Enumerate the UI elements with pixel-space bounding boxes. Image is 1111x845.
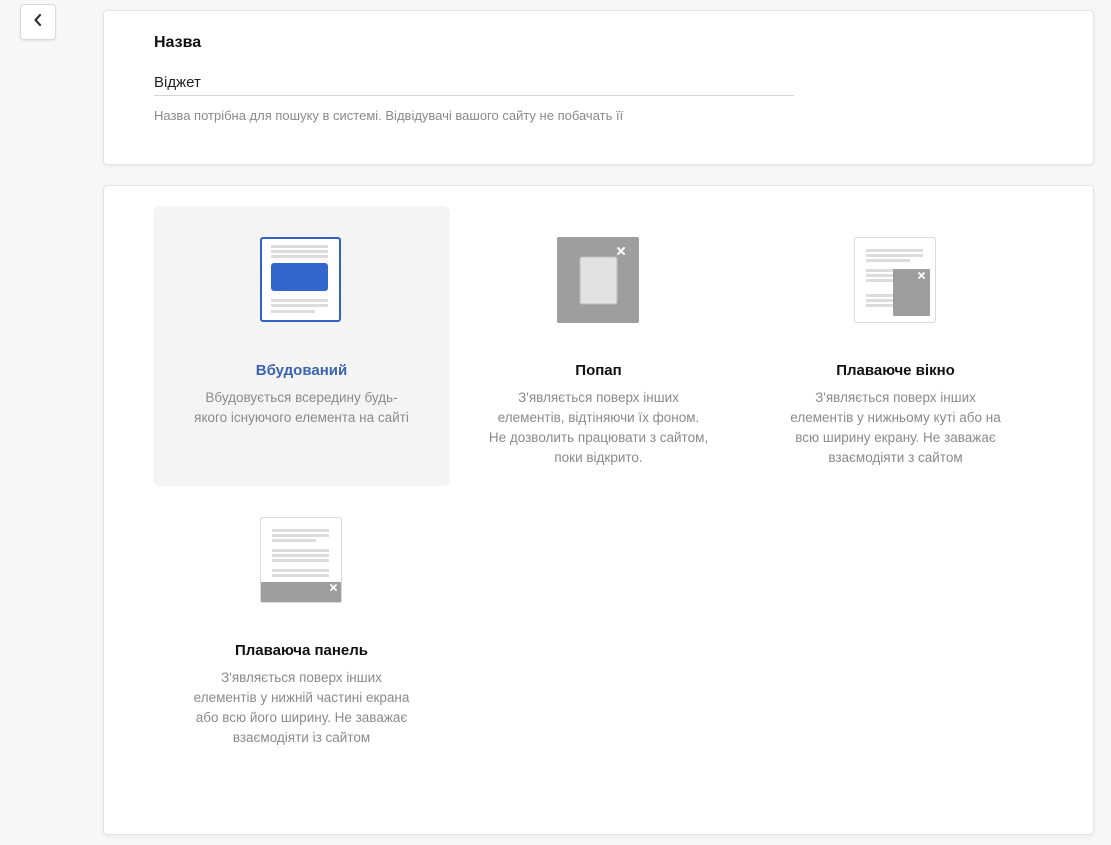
type-title: Вбудований	[255, 362, 348, 379]
type-description: З'являється поверх інших елементів у ниж…	[790, 390, 1001, 465]
type-description: З'являється поверх інших елементів у ниж…	[193, 670, 410, 745]
name-label: Назва	[154, 34, 202, 51]
type-title: Плаваюче вікно	[836, 362, 955, 379]
type-option-embedded[interactable]: Вбудований Вбудовується всередину будь-я…	[153, 206, 450, 486]
type-option-floating-panel[interactable]: Плаваюча панель З'являється поверх інших…	[153, 486, 450, 766]
name-hint: Назва потрібна для пошуку в системі. Від…	[154, 108, 624, 123]
widget-type-card: Вбудований Вбудовується всередину будь-я…	[103, 185, 1094, 835]
back-button[interactable]	[20, 4, 56, 40]
floating-window-icon	[854, 237, 937, 323]
chevron-left-icon	[33, 13, 43, 31]
name-input[interactable]	[154, 69, 794, 96]
type-option-popup[interactable]: Попап З'являється поверх інших елементів…	[450, 206, 747, 486]
floating-panel-icon	[260, 517, 343, 603]
type-description: Вбудовується всередину будь-якого існуюч…	[194, 390, 409, 425]
popup-widget-icon	[557, 237, 640, 323]
type-description: З'являється поверх інших елементів, відт…	[488, 390, 709, 465]
type-title: Плаваюча панель	[234, 642, 369, 659]
name-card: Назва Назва потрібна для пошуку в систем…	[103, 10, 1094, 165]
embedded-widget-icon	[260, 237, 343, 323]
type-option-floating-window[interactable]: Плаваюче вікно З'являється поверх інших …	[747, 206, 1044, 486]
type-title: Попап	[575, 362, 622, 379]
